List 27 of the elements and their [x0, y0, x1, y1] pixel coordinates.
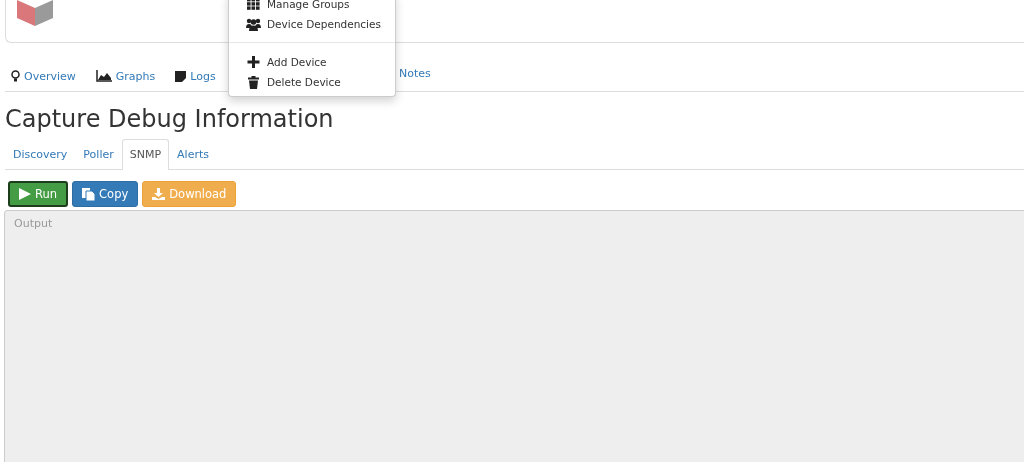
area-chart-icon	[95, 70, 112, 82]
debug-tab[interactable]: Poller	[75, 139, 122, 170]
note-icon	[175, 70, 187, 82]
trash-icon	[246, 75, 261, 89]
copy-button[interactable]: Copy	[72, 181, 139, 207]
plus-icon	[246, 56, 261, 68]
run-button[interactable]: Run	[8, 181, 69, 207]
debug-tab[interactable]: SNMP	[121, 139, 170, 170]
users-icon	[246, 17, 261, 31]
cube-icon	[17, 0, 53, 26]
menu-item[interactable]: Add Device	[229, 52, 395, 72]
device-tab[interactable]: Overview	[11, 69, 76, 83]
device-tab[interactable]: Logs	[175, 69, 216, 83]
download-icon	[152, 188, 166, 200]
copy-icon	[82, 187, 96, 201]
debug-tab[interactable]: Discovery	[5, 139, 76, 170]
output-field[interactable]: Output	[4, 210, 1024, 462]
lightbulb-icon	[11, 70, 20, 82]
page-heading: Capture Debug Information	[5, 105, 335, 133]
menu-item[interactable]: Manage Groups	[229, 0, 395, 14]
device-tab[interactable]: Graphs	[95, 69, 156, 83]
debug-tab[interactable]: Alerts	[169, 139, 217, 170]
play-icon	[19, 188, 31, 200]
device-tab[interactable]: Notes	[399, 67, 431, 80]
grid-icon	[246, 0, 261, 10]
menu-item[interactable]: Delete Device	[229, 72, 395, 92]
menu-item[interactable]: Device Dependencies	[229, 14, 395, 34]
